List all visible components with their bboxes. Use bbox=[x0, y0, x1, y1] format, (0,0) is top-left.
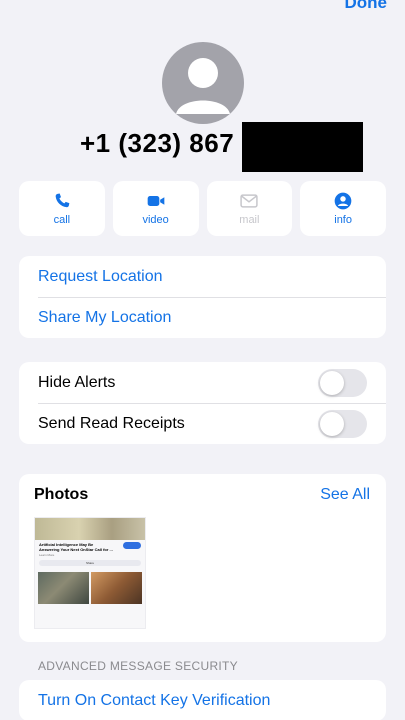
share-location-row[interactable]: Share My Location bbox=[19, 297, 386, 338]
person-icon bbox=[334, 192, 352, 210]
read-receipts-row: Send Read Receipts bbox=[19, 403, 386, 444]
hide-alerts-label: Hide Alerts bbox=[38, 373, 116, 391]
thumbnail-pictures bbox=[35, 568, 145, 604]
avatar bbox=[162, 42, 244, 124]
photo-thumbnail[interactable]: Artificial Intelligence May Be Answering… bbox=[34, 517, 146, 629]
hide-alerts-toggle[interactable] bbox=[318, 368, 367, 397]
mail-icon bbox=[240, 194, 259, 208]
call-label: call bbox=[53, 214, 71, 226]
redaction-bar bbox=[242, 122, 363, 172]
request-location-label: Request Location bbox=[38, 267, 163, 285]
call-button[interactable]: call bbox=[19, 181, 105, 236]
thumbnail-banner-image bbox=[35, 518, 145, 540]
thumbnail-pill bbox=[123, 542, 141, 549]
read-receipts-label: Send Read Receipts bbox=[38, 414, 185, 432]
key-verification-label: Turn On Contact Key Verification bbox=[38, 691, 271, 709]
done-button[interactable]: Done bbox=[345, 0, 388, 13]
thumbnail-subtext: Learn More bbox=[39, 553, 55, 557]
settings-card: Hide Alerts Send Read Receipts bbox=[19, 362, 386, 444]
read-receipts-toggle[interactable] bbox=[318, 409, 367, 438]
phone-icon bbox=[55, 193, 70, 208]
contact-phone-number: +1 (323) 867 bbox=[80, 128, 235, 158]
share-location-label: Share My Location bbox=[38, 308, 172, 326]
toggle-knob bbox=[320, 370, 344, 395]
location-card: Request Location Share My Location bbox=[19, 256, 386, 338]
see-all-link[interactable]: See All bbox=[320, 486, 370, 504]
mail-button[interactable]: mail bbox=[206, 181, 293, 236]
security-card: Turn On Contact Key Verification bbox=[19, 680, 386, 720]
photos-card: Photos See All Artificial Intelligence M… bbox=[19, 474, 386, 642]
info-label: info bbox=[334, 214, 352, 226]
security-section-label: ADVANCED MESSAGE SECURITY bbox=[38, 659, 238, 673]
video-label: video bbox=[142, 214, 169, 226]
thumbnail-headline: Artificial Intelligence May Be Answering… bbox=[39, 542, 113, 552]
info-button[interactable]: info bbox=[300, 181, 386, 236]
thumbnail-picture bbox=[91, 572, 142, 604]
video-icon bbox=[147, 196, 164, 206]
hide-alerts-row: Hide Alerts bbox=[19, 362, 386, 403]
contact-actions: call video mail info bbox=[19, 181, 386, 236]
person-silhouette-icon bbox=[176, 58, 230, 114]
video-button[interactable]: video bbox=[112, 181, 199, 236]
toggle-knob bbox=[320, 411, 344, 436]
key-verification-row[interactable]: Turn On Contact Key Verification bbox=[19, 680, 386, 720]
photos-title: Photos bbox=[34, 486, 89, 503]
photos-header: Photos See All bbox=[19, 474, 386, 504]
thumbnail-share: Share bbox=[39, 560, 141, 566]
mail-label: mail bbox=[239, 214, 260, 226]
request-location-row[interactable]: Request Location bbox=[19, 256, 386, 297]
thumbnail-picture bbox=[38, 572, 89, 604]
